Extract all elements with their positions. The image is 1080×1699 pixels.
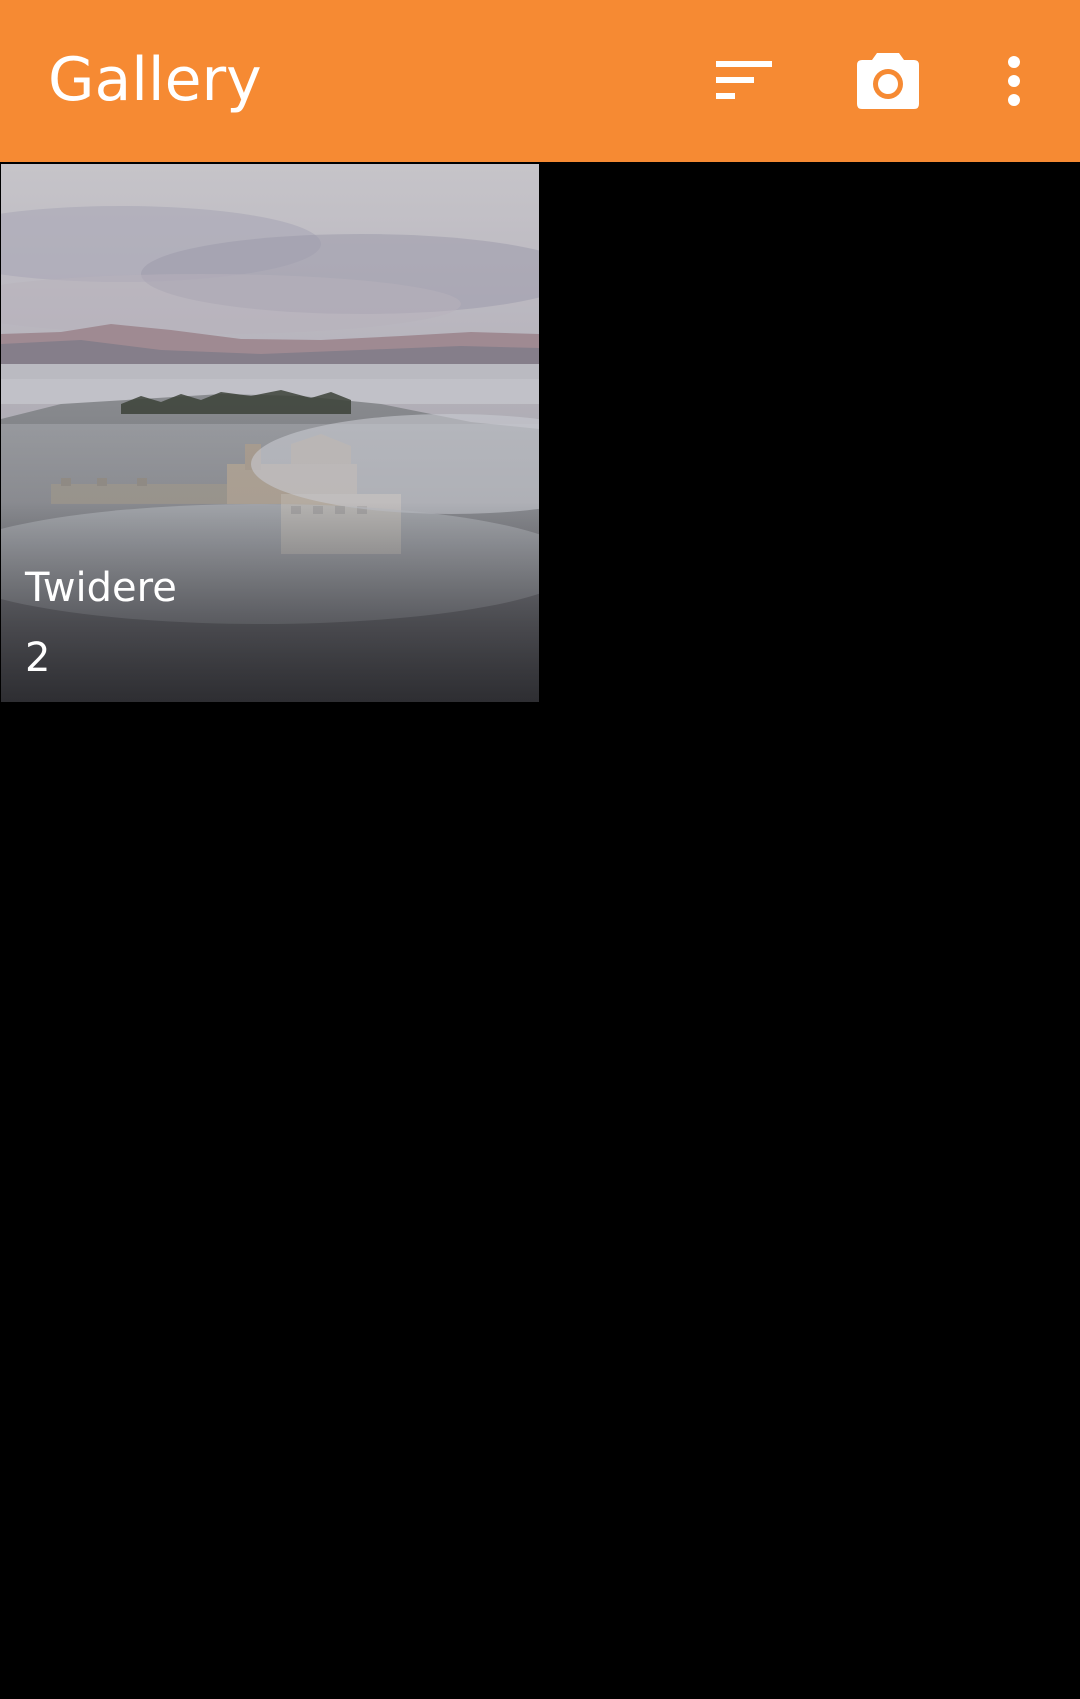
more-vert-icon: [1008, 56, 1020, 106]
album-item-count: 2: [25, 635, 51, 681]
camera-button[interactable]: [848, 41, 928, 121]
sort-button[interactable]: [704, 41, 784, 121]
album-name: Twidere: [25, 565, 177, 611]
camera-icon: [857, 53, 919, 109]
app-title: Gallery: [48, 45, 262, 115]
sort-icon: [716, 61, 772, 99]
album-tile-twidere[interactable]: Twidere 2: [1, 164, 539, 702]
app-bar: Gallery: [0, 0, 1080, 162]
more-options-button[interactable]: [974, 41, 1054, 121]
